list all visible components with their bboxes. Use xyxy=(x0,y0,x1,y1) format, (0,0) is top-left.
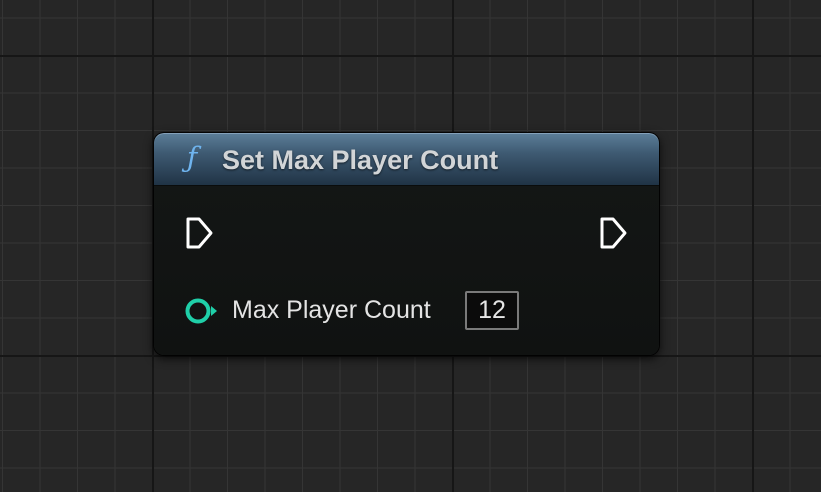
set-max-player-count-node[interactable]: ƒ Set Max Player Count Max Player Count … xyxy=(154,133,659,355)
integer-input-pin-icon[interactable] xyxy=(184,296,220,326)
exec-output-pin-icon[interactable] xyxy=(598,216,628,250)
node-title: Set Max Player Count xyxy=(222,145,499,175)
exec-input-pin-icon[interactable] xyxy=(184,216,214,250)
node-header[interactable]: ƒ Set Max Player Count xyxy=(154,133,659,186)
function-icon: ƒ xyxy=(186,141,198,174)
max-player-count-value-field[interactable]: 12 xyxy=(465,291,519,330)
max-player-count-label: Max Player Count xyxy=(232,296,431,324)
